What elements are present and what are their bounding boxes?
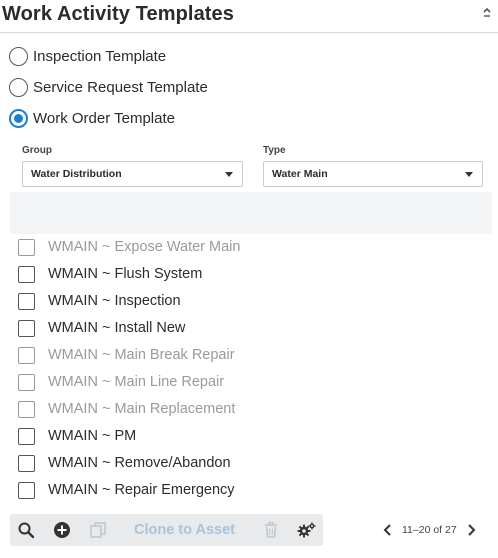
pagination: 11–20 of 27 <box>380 518 490 542</box>
group-field-label: Group <box>22 145 52 156</box>
radio-work-order-template[interactable]: Work Order Template <box>9 107 175 129</box>
template-item[interactable]: WMAIN ~ PM <box>18 425 136 447</box>
copy-icon <box>90 522 106 538</box>
panel-header: Work Activity Templates <box>0 0 498 33</box>
add-icon <box>54 522 70 538</box>
checkbox[interactable] <box>18 265 35 283</box>
collapse-button[interactable] <box>480 6 494 22</box>
radio-button[interactable] <box>9 77 28 97</box>
type-select[interactable]: Water Main <box>263 161 483 187</box>
template-label: WMAIN ~ Repair Emergency <box>48 482 235 498</box>
type-field-label: Type <box>263 145 286 156</box>
radio-button-selected[interactable] <box>9 108 28 128</box>
template-item[interactable]: WMAIN ~ Main Line Repair <box>18 371 224 393</box>
caret-down-icon <box>465 172 473 177</box>
template-label: WMAIN ~ Flush System <box>48 266 203 282</box>
checkbox[interactable] <box>18 292 35 310</box>
template-item[interactable]: WMAIN ~ Repair Emergency <box>18 479 235 501</box>
template-label: WMAIN ~ Remove/Abandon <box>48 455 231 471</box>
copy-button[interactable] <box>88 514 108 546</box>
template-label: WMAIN ~ Install New <box>48 320 186 336</box>
chevron-left-icon <box>383 524 391 536</box>
chevron-right-icon <box>467 524 476 536</box>
delete-icon <box>265 521 277 538</box>
previous-page-button[interactable] <box>380 518 396 542</box>
add-button[interactable] <box>52 514 72 546</box>
checkbox[interactable] <box>18 346 35 364</box>
settings-button[interactable] <box>297 514 317 546</box>
template-label: WMAIN ~ Main Replacement <box>48 401 236 417</box>
checkbox[interactable] <box>18 238 35 256</box>
checkbox[interactable] <box>18 481 35 499</box>
chevron-up-icon <box>483 7 491 17</box>
checkbox[interactable] <box>18 319 35 337</box>
settings-icon <box>297 522 316 538</box>
filter-bar <box>10 192 492 234</box>
template-item[interactable]: WMAIN ~ Main Break Repair <box>18 344 235 366</box>
radio-button[interactable] <box>9 46 28 66</box>
template-label: WMAIN ~ Main Line Repair <box>48 374 225 390</box>
search-button[interactable] <box>16 514 36 546</box>
caret-down-icon <box>225 172 233 177</box>
radio-inspection-template[interactable]: Inspection Template <box>9 45 166 67</box>
template-label: WMAIN ~ PM <box>48 428 137 444</box>
delete-button[interactable] <box>261 514 281 546</box>
radio-label: Inspection Template <box>33 47 167 65</box>
template-item[interactable]: WMAIN ~ Inspection <box>18 290 181 312</box>
checkbox[interactable] <box>18 400 35 418</box>
page-range: 11–20 of 27 <box>402 524 457 536</box>
template-item[interactable]: WMAIN ~ Expose Water Main <box>18 236 240 258</box>
radio-service-request-template[interactable]: Service Request Template <box>9 76 208 98</box>
checkbox[interactable] <box>18 427 35 445</box>
checkbox[interactable] <box>18 373 35 391</box>
search-icon <box>18 522 35 539</box>
panel-title: Work Activity Templates <box>2 3 234 25</box>
template-item[interactable]: WMAIN ~ Remove/Abandon <box>18 452 231 474</box>
radio-label: Service Request Template <box>33 78 208 96</box>
template-label: WMAIN ~ Inspection <box>48 293 181 309</box>
template-item[interactable]: WMAIN ~ Flush System <box>18 263 202 285</box>
group-select[interactable]: Water Distribution <box>22 161 243 187</box>
checkbox[interactable] <box>18 454 35 472</box>
action-toolbar: Clone to Asset <box>10 514 323 546</box>
group-select-value: Water Distribution <box>31 168 122 180</box>
type-select-value: Water Main <box>272 168 328 180</box>
template-label: WMAIN ~ Main Break Repair <box>48 347 235 363</box>
next-page-button[interactable] <box>463 518 479 542</box>
template-item[interactable]: WMAIN ~ Main Replacement <box>18 398 235 420</box>
clone-to-asset-button[interactable]: Clone to Asset <box>134 522 235 538</box>
template-label: WMAIN ~ Expose Water Main <box>48 239 241 255</box>
template-item[interactable]: WMAIN ~ Install New <box>18 317 185 339</box>
radio-label: Work Order Template <box>33 109 175 127</box>
